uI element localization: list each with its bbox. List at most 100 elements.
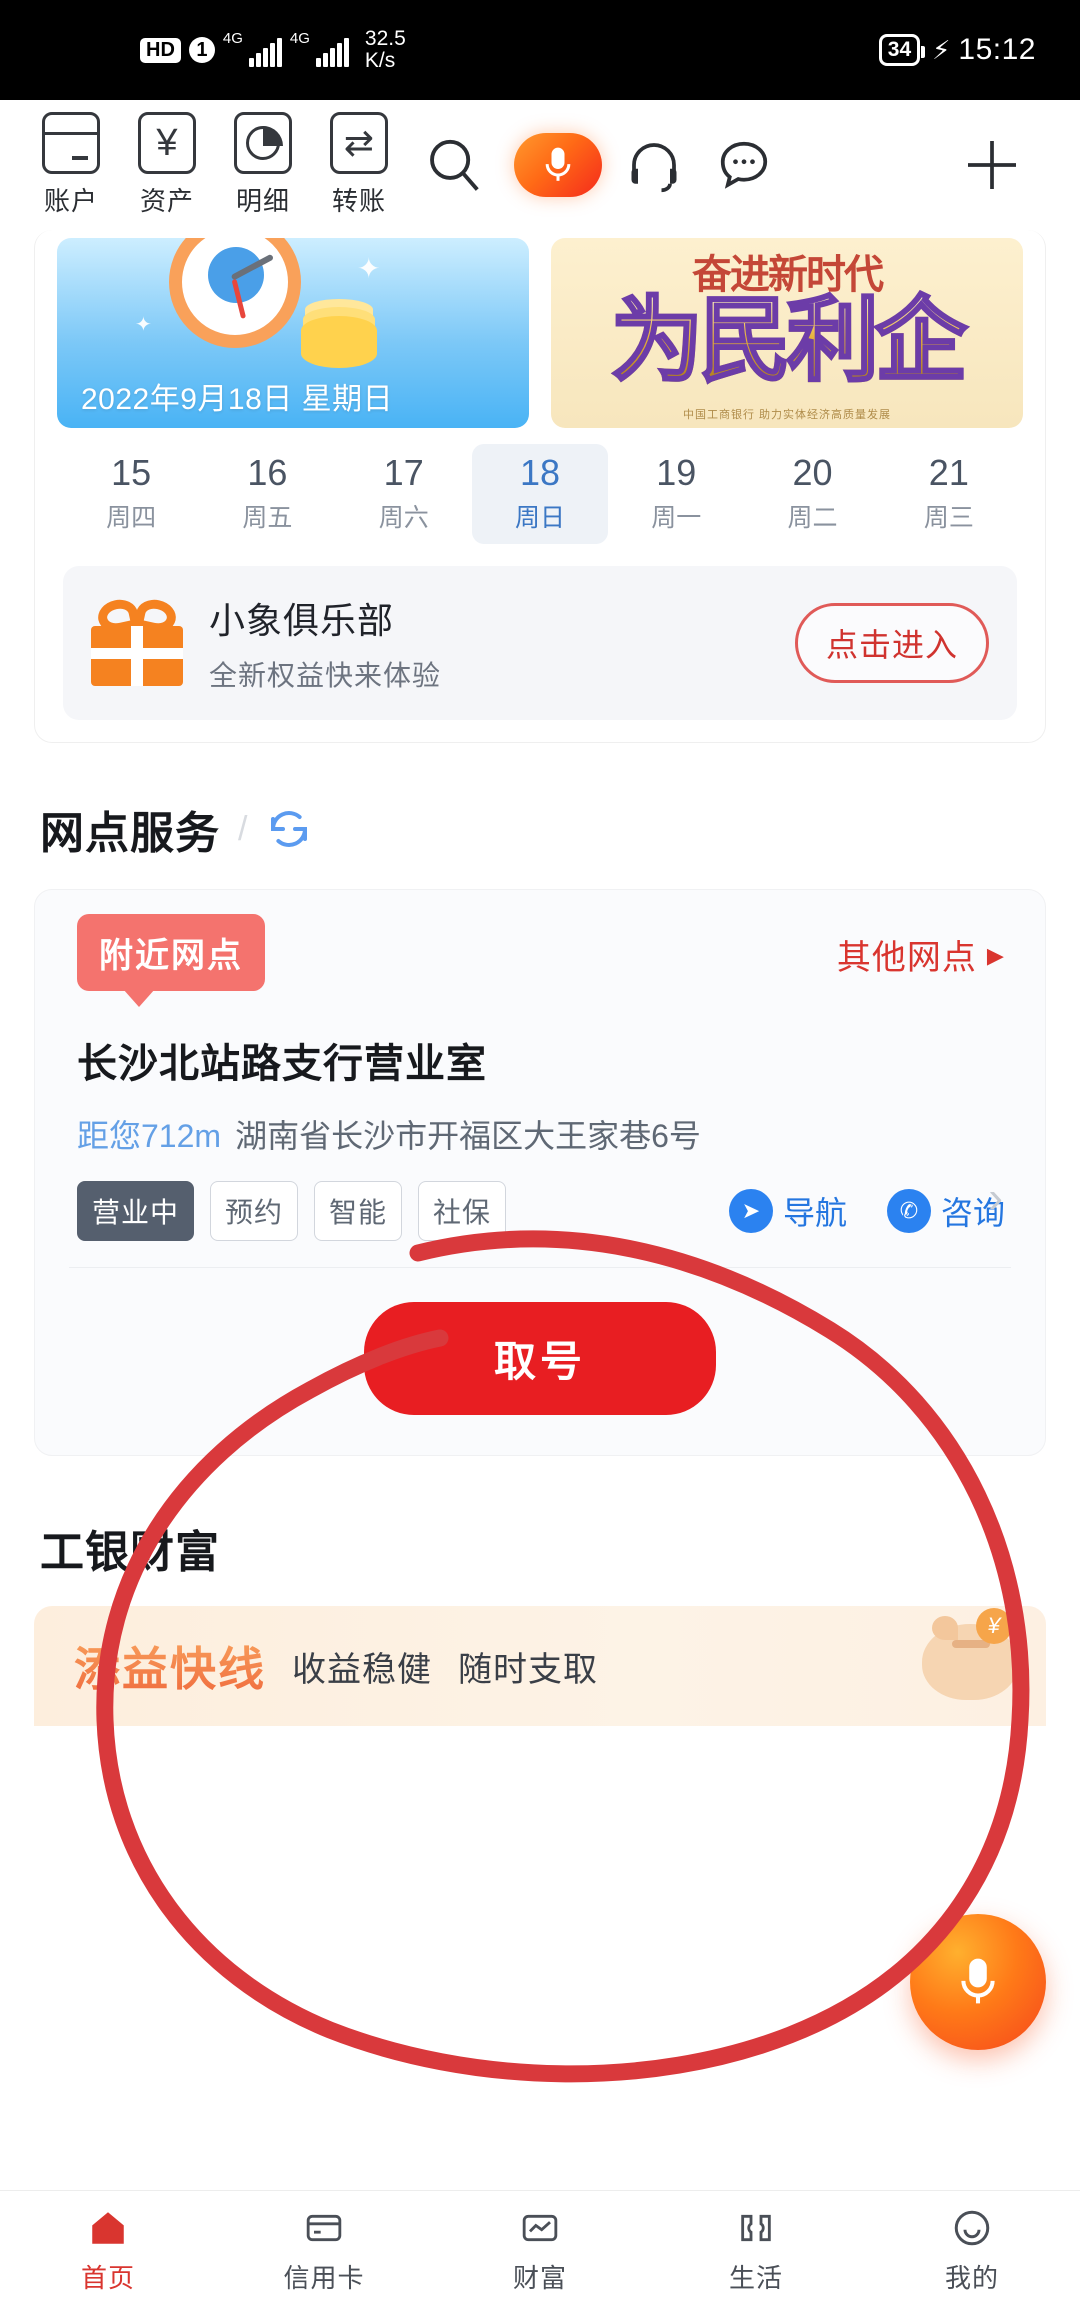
branch-detail-chevron-icon[interactable]: › bbox=[988, 1173, 1003, 1223]
chat-bubble-icon[interactable] bbox=[708, 135, 780, 195]
date-day: 19 bbox=[656, 452, 697, 493]
navigate-label: 导航 bbox=[782, 1195, 847, 1232]
navigate-button[interactable]: ➤ 导航 bbox=[728, 1188, 847, 1234]
bottom-nav-label-home: 首页 bbox=[80, 2263, 135, 2293]
banner-date-label: 2022年9月18日 星期日 bbox=[81, 383, 394, 416]
bottom-nav-label-wealth: 财富 bbox=[512, 2263, 567, 2293]
life-ticket-icon bbox=[732, 2206, 780, 2250]
date-weekday: 周三 bbox=[923, 504, 974, 533]
refresh-icon[interactable] bbox=[265, 805, 313, 853]
banner-calendar[interactable]: ✦ ✦ 2022年9月18日 星期日 bbox=[57, 238, 529, 428]
date-day: 16 bbox=[247, 452, 288, 493]
section-divider: / bbox=[238, 809, 248, 848]
bottom-nav-item-wealth[interactable]: 财富 bbox=[432, 2206, 648, 2295]
promo-title: 为民利企 bbox=[609, 290, 968, 393]
sparkle-icon: ✦ bbox=[135, 314, 152, 336]
network-speed-value: 32.5 bbox=[364, 26, 406, 50]
date-day: 15 bbox=[111, 452, 152, 493]
product-tag-stable: 收益稳健 bbox=[292, 1650, 432, 1689]
wealth-section-header: 工银财富 bbox=[0, 1456, 1080, 1606]
signal-icon-1: 4G bbox=[222, 30, 282, 67]
date-cell-20[interactable]: 20 周二 bbox=[744, 444, 880, 544]
tag-appointment: 预约 bbox=[210, 1181, 299, 1242]
promo-illustration: 奋进新时代 为民利企 中国工商银行 助力实体经济高质量发展 bbox=[551, 238, 1023, 428]
banner-promo[interactable]: 奋进新时代 为民利企 中国工商银行 助力实体经济高质量发展 bbox=[551, 238, 1023, 428]
plus-icon[interactable] bbox=[956, 133, 1028, 197]
floating-voice-button[interactable] bbox=[910, 1914, 1046, 2050]
network-type-label-2: 4G bbox=[289, 30, 310, 47]
club-enter-button[interactable]: 点击进入 bbox=[794, 603, 989, 684]
bottom-nav-item-profile[interactable]: 我的 bbox=[864, 2206, 1080, 2295]
club-text: 小象俱乐部 全新权益快来体验 bbox=[209, 592, 795, 694]
yen-icon: ¥ bbox=[138, 112, 196, 174]
date-cell-15[interactable]: 15 周四 bbox=[63, 444, 199, 544]
branch-distance: 距您712m bbox=[77, 1118, 222, 1155]
date-weekday: 周一 bbox=[651, 504, 702, 533]
page-title: 网点服务 bbox=[40, 809, 220, 859]
tag-social-security: 社保 bbox=[418, 1181, 507, 1242]
nearby-branch-badge: 附近网点 bbox=[77, 914, 265, 1008]
consult-button[interactable]: ✆ 咨询 bbox=[886, 1188, 1005, 1234]
search-icon[interactable] bbox=[418, 134, 490, 196]
date-cell-19[interactable]: 19 周一 bbox=[608, 444, 744, 544]
other-branches-link[interactable]: 其他网点 ▸ bbox=[837, 930, 1005, 979]
date-weekday: 周日 bbox=[514, 504, 565, 533]
calendar-card: ✦ ✦ 2022年9月18日 星期日 奋进新时代 为民利企 中国工商银行 助力实… bbox=[34, 230, 1046, 744]
tag-smart: 智能 bbox=[314, 1181, 403, 1242]
gift-icon bbox=[91, 596, 183, 687]
branch-tag-row: 营业中 预约 智能 社保 ➤ 导航 ✆ 咨询 bbox=[35, 1157, 1045, 1267]
branch-address-row: 距您712m 湖南省长沙市开福区大王家巷6号 bbox=[35, 1089, 1045, 1157]
network-speed-unit: K/s bbox=[364, 49, 396, 72]
date-weekday: 周五 bbox=[242, 504, 293, 533]
main-content: ✦ ✦ 2022年9月18日 星期日 奋进新时代 为民利企 中国工商银行 助力实… bbox=[0, 230, 1080, 1727]
branch-name: 长沙北站路支行营业室 bbox=[77, 1042, 487, 1087]
topnav-item-assets[interactable]: ¥ 资产 bbox=[130, 112, 204, 218]
date-day: 21 bbox=[928, 452, 969, 493]
other-branches-label: 其他网点 bbox=[836, 939, 977, 978]
voice-assistant-button[interactable] bbox=[514, 133, 602, 197]
bottom-nav-label-life: 生活 bbox=[728, 2263, 783, 2293]
date-weekday: 周六 bbox=[378, 504, 429, 533]
hd-icon: HD bbox=[140, 37, 181, 63]
promo-footer: 中国工商银行 助力实体经济高质量发展 bbox=[682, 409, 892, 421]
bottom-nav-item-home[interactable]: 首页 bbox=[0, 2206, 216, 2295]
date-weekday: 周二 bbox=[787, 504, 838, 533]
status-bar: HD 1 4G 4G 32.5 K/s 34 ⚡ 15:12 bbox=[0, 0, 1080, 100]
date-cell-21[interactable]: 21 周三 bbox=[881, 444, 1017, 544]
bottom-navigation: 首页 信用卡 财富 生活 我的 bbox=[0, 2190, 1080, 2310]
navigation-icon: ➤ bbox=[728, 1189, 773, 1234]
topnav-label-details: 明细 bbox=[235, 186, 290, 216]
network-speed: 32.5 K/s bbox=[364, 26, 406, 72]
credit-card-icon bbox=[300, 2206, 348, 2250]
product-tag-withdraw: 随时支取 bbox=[458, 1650, 598, 1689]
headset-icon[interactable] bbox=[618, 135, 690, 195]
coins-illustration bbox=[301, 316, 377, 368]
topnav-item-transfer[interactable]: ⇄ 转账 bbox=[322, 112, 396, 218]
product-name: 添益快线 bbox=[74, 1633, 266, 1699]
branch-section-header: 网点服务 / bbox=[0, 743, 1080, 889]
wealth-chart-icon bbox=[516, 2206, 564, 2250]
top-toolbar: 账户 ¥ 资产 明细 ⇄ 转账 bbox=[0, 100, 1080, 230]
date-cell-17[interactable]: 17 周六 bbox=[336, 444, 472, 544]
club-promo-card[interactable]: 小象俱乐部 全新权益快来体验 点击进入 bbox=[63, 566, 1017, 721]
topnav-item-details[interactable]: 明细 bbox=[226, 112, 300, 218]
clock-illustration bbox=[169, 238, 301, 348]
branch-card[interactable]: 附近网点 其他网点 ▸ 长沙北站路支行营业室 距您712m 湖南省长沙市开福区大… bbox=[34, 889, 1046, 1457]
chevron-right-icon: ▸ bbox=[986, 935, 1005, 974]
take-number-button[interactable]: 取号 bbox=[363, 1302, 716, 1416]
clock-label: 15:12 bbox=[958, 33, 1036, 66]
wealth-product-card[interactable]: 添益快线 收益稳健 随时支取 ¥ bbox=[34, 1606, 1046, 1727]
pie-chart-icon bbox=[234, 112, 292, 174]
topnav-item-account[interactable]: 账户 bbox=[34, 112, 108, 218]
date-cell-16[interactable]: 16 周五 bbox=[199, 444, 335, 544]
topnav-label-transfer: 转账 bbox=[331, 186, 386, 216]
network-type-label-1: 4G bbox=[222, 30, 243, 47]
battery-icon: 34 bbox=[878, 33, 926, 67]
date-cell-18-selected[interactable]: 18 周日 bbox=[471, 444, 609, 545]
date-day: 20 bbox=[792, 452, 833, 493]
transfer-icon: ⇄ bbox=[330, 112, 388, 174]
date-weekday: 周四 bbox=[106, 504, 157, 533]
bottom-nav-item-creditcard[interactable]: 信用卡 bbox=[216, 2206, 432, 2295]
date-day: 17 bbox=[383, 452, 424, 493]
bottom-nav-item-life[interactable]: 生活 bbox=[648, 2206, 864, 2295]
